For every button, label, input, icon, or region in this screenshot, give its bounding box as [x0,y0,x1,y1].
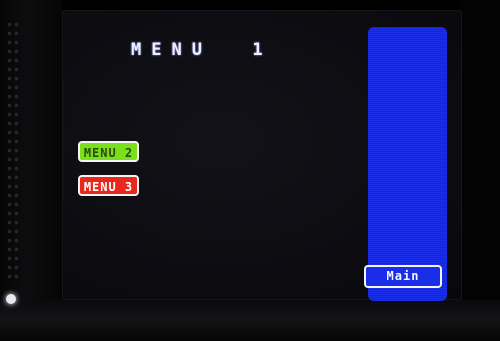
device-bezel-right [460,0,500,341]
main-button[interactable]: Main [364,265,442,288]
page-title: MENU 1 [131,40,273,60]
menu-2-button[interactable]: MENU 2 [78,141,139,162]
device-bezel-bottom [0,300,500,341]
status-led [6,294,16,304]
menu-3-button[interactable]: MENU 3 [78,175,139,196]
speaker-grille [6,20,20,280]
side-panel [368,27,447,301]
device-bezel-left [0,0,62,341]
